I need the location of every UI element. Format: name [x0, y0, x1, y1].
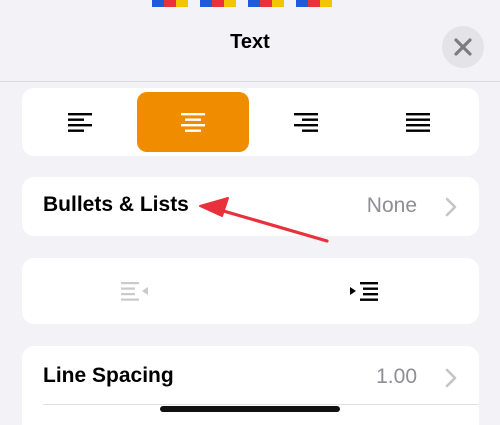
home-indicator: [160, 406, 340, 412]
annotation-arrow-icon: [199, 197, 329, 243]
